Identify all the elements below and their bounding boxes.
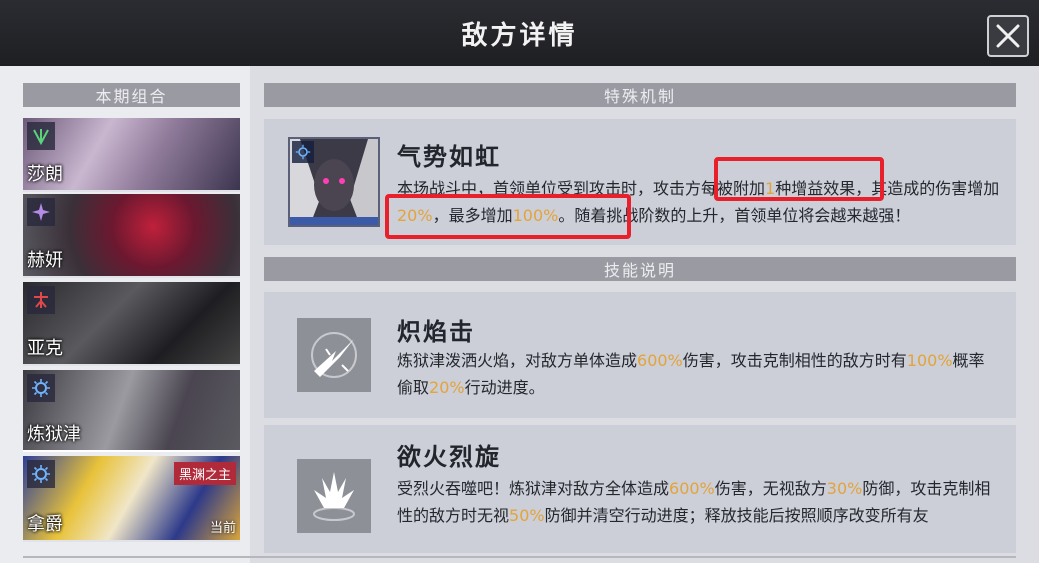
current-status-label: 当前	[209, 521, 236, 536]
boss-portrait	[288, 137, 380, 227]
skill-title: 炽焰击	[397, 318, 475, 346]
character-card-yake[interactable]: 亚克	[23, 282, 240, 366]
mechanic-section-header: 特殊机制	[264, 83, 1016, 107]
character-name: 亚克	[27, 338, 63, 359]
sun-element-icon	[27, 460, 55, 488]
mechanic-section-title: 特殊机制	[603, 87, 676, 106]
character-card-sharon[interactable]: 莎朗	[23, 118, 240, 192]
flame-burst-icon	[297, 459, 371, 533]
sun-element-icon	[292, 141, 314, 163]
leaf-element-icon	[27, 122, 55, 150]
abyss-lord-badge: 黑渊之主	[173, 462, 236, 485]
character-name: 拿爵	[27, 514, 63, 535]
close-button[interactable]	[987, 15, 1029, 57]
bottom-divider	[23, 556, 1016, 558]
character-name: 赫妍	[27, 250, 63, 271]
skill-panel-1: 炽焰击 炼狱津泼洒火焰，对敌方单体造成600%伤害，攻击克制相性的敌方时有100…	[264, 292, 1016, 418]
skill-description: 受烈火吞噬吧！炼狱津对敌方全体造成600%伤害，无视敌方30%防御，攻击克制相性…	[397, 479, 991, 525]
character-card-lianyujin[interactable]: 炼狱津	[23, 370, 240, 452]
skill-panel-2: 欲火烈旋 受烈火吞噬吧！炼狱津对敌方全体造成600%伤害，无视敌方30%防御，攻…	[264, 425, 1016, 553]
sun-element-icon	[27, 374, 55, 402]
annotation-box-buff-count	[714, 157, 884, 201]
close-icon	[996, 24, 1020, 48]
mechanic-panel: 气势如虹 本场战斗中，首领单位受到攻击时，攻击方每被附加1种增益效果，其造成的伤…	[264, 119, 1016, 245]
page-title: 敌方详情	[461, 20, 578, 51]
character-name: 莎朗	[27, 164, 63, 185]
character-card-najue[interactable]: 黑渊之主 拿爵 当前	[23, 456, 240, 542]
lineup-section-title: 本期组合	[95, 87, 168, 106]
mechanic-title: 气势如虹	[397, 143, 501, 171]
fire-element-icon	[27, 286, 55, 314]
flame-strike-icon	[297, 318, 371, 392]
character-name: 炼狱津	[27, 424, 81, 445]
header-bar: 敌方详情	[0, 0, 1039, 66]
character-card-heyan[interactable]: 赫妍	[23, 194, 240, 278]
annotation-box-damage-increase	[385, 194, 631, 239]
lineup-section-header: 本期组合	[23, 83, 240, 107]
star-element-icon	[27, 198, 55, 226]
skills-section-title: 技能说明	[603, 261, 676, 280]
skill-description: 炼狱津泼洒火焰，对敌方单体造成600%伤害，攻击克制相性的敌方时有100%概率偷…	[397, 351, 985, 397]
skills-section-header: 技能说明	[264, 257, 1016, 281]
skill-title: 欲火烈旋	[397, 443, 501, 471]
